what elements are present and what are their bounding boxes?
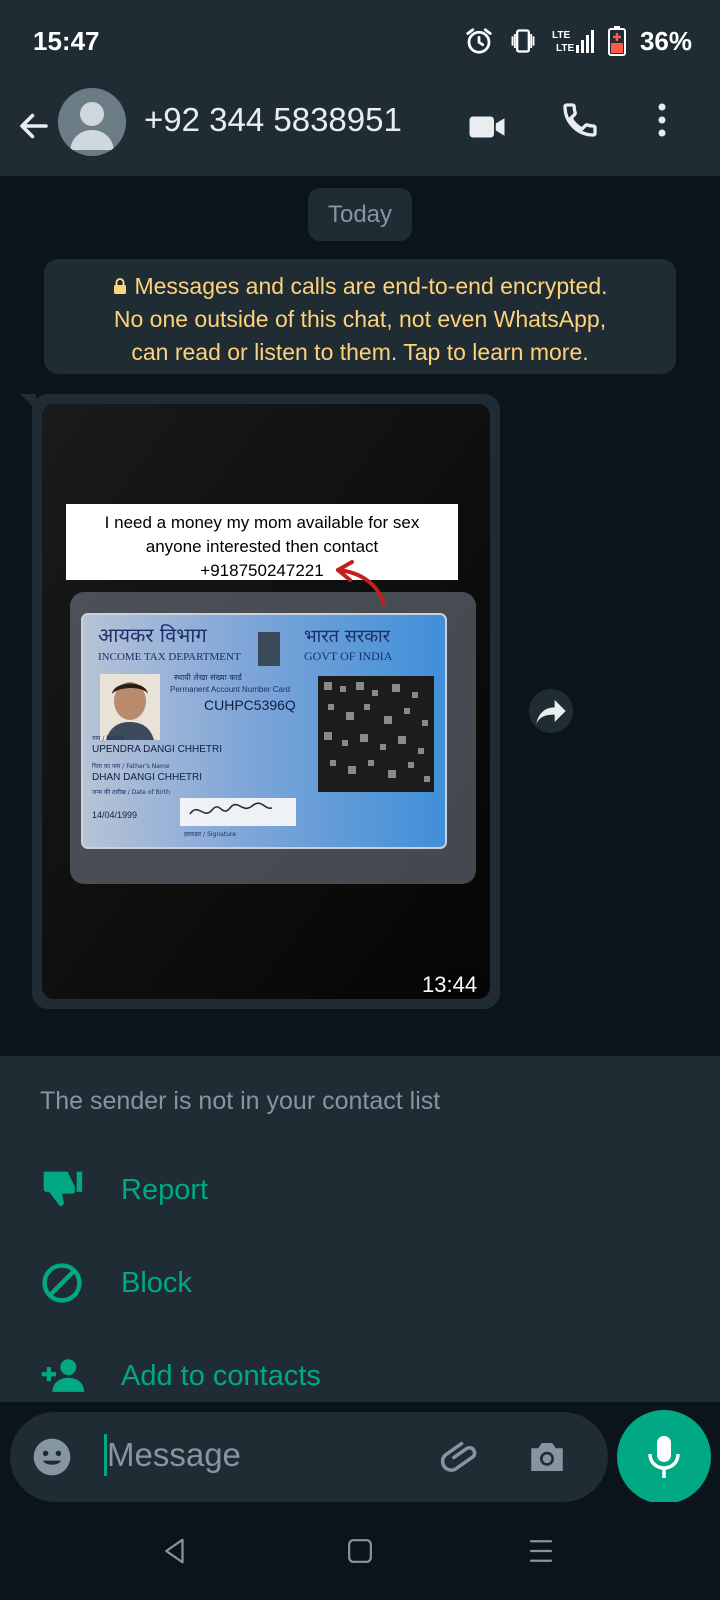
video-call-icon[interactable] — [466, 106, 508, 148]
image-message[interactable]: आयकर विभाग INCOME TAX DEPARTMENT भारत सर… — [42, 404, 490, 999]
vibrate-icon — [511, 29, 535, 53]
camera-icon[interactable] — [526, 1436, 568, 1478]
svg-text:LTE: LTE — [556, 43, 574, 54]
more-options-icon[interactable] — [648, 100, 676, 140]
nav-recents-icon[interactable] — [527, 1538, 555, 1564]
caption-line: +918750247221 — [200, 561, 323, 580]
add-to-contacts-label: Add to contacts — [121, 1360, 321, 1392]
system-navigation-bar — [0, 1502, 720, 1600]
encryption-line: can read or listen to them. Tap to learn… — [131, 339, 589, 365]
back-arrow-icon[interactable] — [16, 108, 52, 144]
block-icon — [42, 1263, 82, 1303]
card-signature-label: हस्ताक्षर / Signature — [184, 831, 236, 838]
card-dept: INCOME TAX DEPARTMENT — [98, 651, 241, 663]
photo-content: आयकर विभाग INCOME TAX DEPARTMENT भारत सर… — [42, 404, 490, 999]
unknown-sender-panel: The sender is not in your contact list R… — [0, 1056, 720, 1402]
card-govt: GOVT OF INDIA — [304, 649, 393, 663]
card-type-hindi: स्थायी लेखा संख्या कार्ड — [174, 672, 243, 682]
status-time: 15:47 — [33, 26, 100, 56]
svg-text:LTE: LTE — [552, 30, 570, 41]
chat-header: +92 344 5838951 — [0, 80, 720, 176]
microphone-icon — [648, 1436, 680, 1478]
card-type: Permanent Account Number Card — [170, 685, 290, 694]
avatar[interactable] — [58, 88, 126, 156]
card-name: UPENDRA DANGI CHHETRI — [92, 744, 222, 755]
status-bar: 15:47 LTE LTE 36% — [0, 0, 720, 80]
battery-icon — [607, 26, 626, 56]
encryption-notice[interactable]: Messages and calls are end-to-end encryp… — [44, 259, 676, 374]
card-father-label: पिता का नाम / Father's Name — [92, 762, 170, 770]
battery-percent: 36% — [639, 25, 692, 56]
message-input[interactable]: Message — [10, 1412, 608, 1502]
card-name-label: नाम / Name — [92, 735, 124, 742]
card-dept-hindi: आयकर विभाग — [98, 623, 207, 647]
report-action[interactable]: Report — [40, 1166, 340, 1216]
nav-home-icon[interactable] — [347, 1538, 373, 1564]
card-dob: 14/04/1999 — [92, 810, 137, 820]
alarm-icon — [466, 28, 492, 54]
contact-name[interactable]: +92 344 5838951 — [144, 101, 402, 139]
block-label: Block — [121, 1267, 192, 1299]
encryption-line: No one outside of this chat, not even Wh… — [113, 306, 607, 332]
forward-icon — [536, 700, 566, 724]
compose-bar: Message — [0, 1402, 720, 1504]
date-divider: Today — [308, 188, 412, 241]
emoji-icon[interactable] — [30, 1435, 74, 1479]
report-label: Report — [121, 1174, 209, 1206]
nav-back-icon[interactable] — [160, 1536, 190, 1566]
status-icons: LTE LTE 36% — [464, 24, 692, 58]
voice-message-button[interactable] — [617, 1410, 711, 1504]
forward-button[interactable] — [529, 689, 573, 733]
attach-icon[interactable] — [440, 1436, 482, 1478]
add-to-contacts-action[interactable]: Add to contacts — [40, 1352, 360, 1402]
card-govt-hindi: भारत सरकार — [304, 626, 391, 647]
encryption-line: Messages and calls are end-to-end encryp… — [64, 270, 656, 303]
message-placeholder: Message — [107, 1436, 241, 1473]
thumbs-down-icon — [43, 1171, 83, 1207]
default-person-icon — [70, 102, 114, 150]
add-person-icon — [41, 1359, 85, 1392]
signal-icon: LTE LTE — [552, 30, 594, 54]
card-pan: CUHPC5396Q — [204, 697, 296, 713]
caption-line: I need a money my mom available for sex — [105, 513, 420, 532]
caption-line: anyone interested then contact — [146, 537, 379, 556]
voice-call-icon[interactable] — [560, 100, 600, 140]
message-time: 13:44 — [422, 972, 478, 997]
unknown-sender-title: The sender is not in your contact list — [40, 1087, 441, 1115]
card-dob-label: जन्म की तारीख / Date of Birth — [92, 788, 170, 796]
block-action[interactable]: Block — [40, 1259, 340, 1309]
card-father: DHAN DANGI CHHETRI — [92, 772, 202, 783]
lock-icon — [114, 278, 127, 294]
